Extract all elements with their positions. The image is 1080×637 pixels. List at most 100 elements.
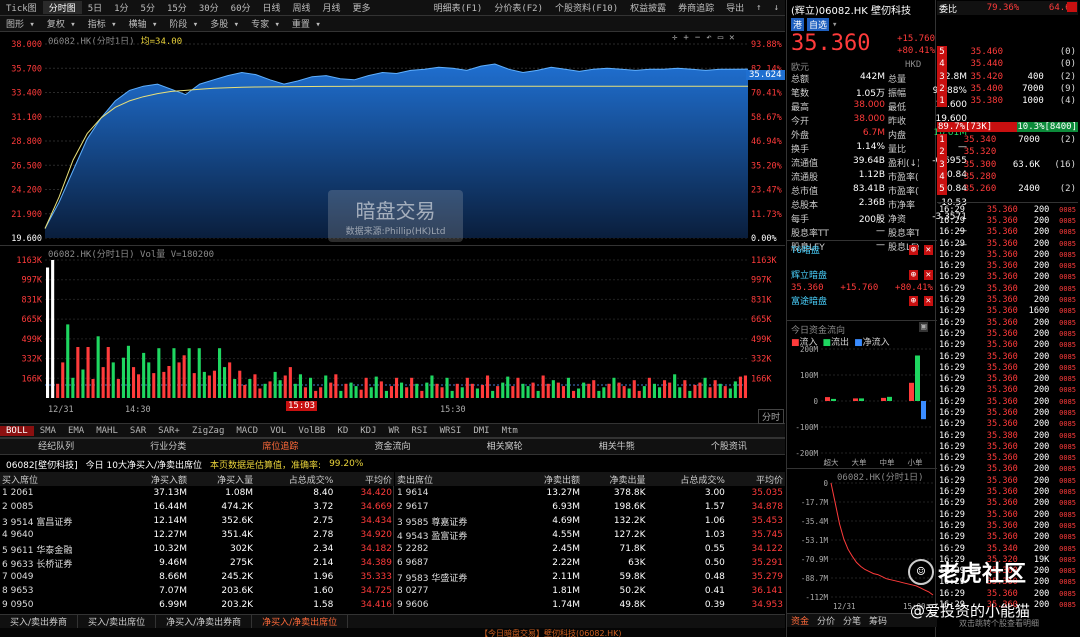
order-level[interactable]: 5 35.260 2400 (2) (937, 183, 1078, 196)
period-tab[interactable]: 日线 (257, 1, 287, 14)
chart-option[interactable]: 复权 ▾ (41, 17, 82, 30)
watchlist-button[interactable]: 自选 (807, 18, 830, 31)
table-row[interactable]: 4 9543 盈富证券 4.55M 127.2K 1.03 35.745 (395, 528, 785, 542)
alert-icon[interactable]: ⊕ (908, 244, 919, 255)
chart-option[interactable]: 重置 ▾ (286, 17, 327, 30)
indicator-tab[interactable]: SMA (34, 426, 62, 436)
alert-icon[interactable]: ⊕ (908, 295, 919, 306)
alert-icon[interactable]: ⊕ (908, 269, 919, 280)
table-row[interactable]: 6 9633 长桥证券 9.46M 275K 2.14 34.389 (0, 556, 394, 570)
table-row[interactable]: 1 9614 13.27M 378.8K 3.00 35.035 (395, 486, 785, 500)
period-tab[interactable]: 1分 (108, 1, 134, 14)
tool-tab[interactable]: 权益披露 (624, 1, 672, 14)
table-row[interactable]: 9 0950 6.99M 203.2K 1.58 34.416 (0, 598, 394, 612)
period-button[interactable]: 分时 (758, 409, 785, 424)
volume-chart[interactable]: 06082.HK(分时1日) Vol量 V=180200 1163K 997K 83… (0, 246, 785, 424)
table-row[interactable]: 4 9640 12.27M 351.4K 2.78 34.920 (0, 528, 394, 542)
tick-row[interactable]: 16:29 35.360 200 0085 (937, 204, 1078, 215)
tick-row[interactable]: 16:29 35.380 200 0085 (937, 430, 1078, 441)
tick-row[interactable]: 16:29 35.360 200 0085 (937, 362, 1078, 373)
more-icon[interactable]: ▾ (832, 20, 837, 30)
price-chart[interactable]: 06082.HK(分时1日) 均=34.00 ✛ + − ↶ ▭ ✕ 38.00… (0, 32, 785, 246)
info-tab[interactable]: 资金流向 (374, 439, 410, 454)
tick-row[interactable]: 16:29 35.360 200 0085 (937, 294, 1078, 305)
chart-option[interactable]: 阶段 ▾ (163, 17, 204, 30)
indicator-tab[interactable]: BOLL (0, 425, 34, 436)
order-level[interactable]: 1 35.380 1000 (4) (937, 95, 1078, 108)
tick-row[interactable]: 16:29 35.360 1600 0085 (937, 306, 1078, 317)
tool-tab[interactable]: ↓ (768, 3, 785, 13)
broker-tab[interactable]: 买入/卖出券商 (0, 615, 79, 628)
close-icon[interactable] (1067, 2, 1077, 12)
indicator-tab[interactable]: VOL (264, 426, 292, 436)
tick-row[interactable]: 16:29 35.360 200 0085 (937, 498, 1078, 509)
tick-row[interactable]: 16:29 35.360 200 0085 (937, 396, 1078, 407)
link-t6[interactable]: T6暗盘 ⊕ ✕ (791, 243, 933, 256)
tool-tab[interactable]: 券商追踪 (672, 1, 720, 14)
indicator-tab[interactable]: VolBB (292, 426, 331, 436)
table-row[interactable]: 1 2061 37.13M 1.08M 8.40 34.420 (0, 486, 394, 500)
broker-tab[interactable]: 净买入/净卖出券商 (156, 615, 253, 628)
tick-row[interactable]: 16:29 35.360 200 0085 (937, 215, 1078, 226)
tool-tab[interactable]: ↑ (750, 3, 767, 13)
tick-row[interactable]: 16:29 35.360 200 0085 (937, 441, 1078, 452)
indicator-tab[interactable]: EMA (62, 426, 90, 436)
period-tab[interactable]: 5分 (135, 1, 161, 14)
table-row[interactable]: 5 2282 2.45M 71.8K 0.55 34.122 (395, 542, 785, 556)
indicator-tab[interactable]: SAR (124, 426, 152, 436)
tick-row[interactable]: 16:29 35.360 200 0085 (937, 340, 1078, 351)
link-phillip[interactable]: 辉立暗盘 ⊕ ✕ (791, 268, 933, 281)
chart-option[interactable]: 多股 ▾ (204, 17, 245, 30)
indicator-tab[interactable]: RSI (405, 426, 433, 436)
period-tab[interactable]: 60分 (225, 1, 257, 14)
close-icon[interactable]: ✕ (923, 295, 933, 306)
chart-option[interactable]: 图形 ▾ (0, 17, 41, 30)
flow-tab[interactable]: 筹码 (869, 614, 887, 627)
tick-row[interactable]: 16:29 35.340 200 0085 (937, 543, 1078, 554)
order-level[interactable]: 2 35.320 (937, 146, 1078, 159)
link-futu[interactable]: 富途暗盘 ⊕ ✕ (791, 294, 933, 307)
flow-tab[interactable]: 分笔 (843, 614, 861, 627)
tool-tab[interactable]: 明细表(F1) (428, 1, 489, 14)
tick-row[interactable]: 16:29 35.360 200 0085 (937, 260, 1078, 271)
tick-row[interactable]: 16:29 35.360 200 0085 (937, 520, 1078, 531)
indicator-tab[interactable]: WR (383, 426, 406, 436)
table-row[interactable]: 6 9687 2.22M 63K 0.50 35.291 (395, 556, 785, 570)
info-tab[interactable]: 相关窝轮 (487, 439, 523, 454)
table-row[interactable]: 7 9583 华盛证券 2.11M 59.8K 0.48 35.279 (395, 570, 785, 584)
table-row[interactable]: 7 0049 8.66M 245.2K 1.96 35.333 (0, 570, 394, 584)
order-level[interactable]: 1 35.340 7000 (2) (937, 134, 1078, 147)
info-tab[interactable]: 相关牛熊 (599, 439, 635, 454)
close-icon[interactable]: ✕ (923, 269, 933, 280)
indicator-tab[interactable]: MACD (230, 426, 264, 436)
period-tab[interactable]: 更多 (347, 1, 377, 14)
tick-row[interactable]: 16:29 35.360 200 0085 (937, 373, 1078, 384)
tick-row[interactable]: 16:29 35.360 200 0085 (937, 317, 1078, 328)
table-row[interactable]: 2 9617 6.93M 198.6K 1.57 34.878 (395, 500, 785, 514)
tick-row[interactable]: 16:29 35.360 200 0085 (937, 588, 1078, 599)
table-row[interactable]: 8 0277 1.81M 50.2K 0.41 36.141 (395, 584, 785, 598)
tick-row[interactable]: 16:29 35.360 200 0085 (937, 283, 1078, 294)
period-tab[interactable]: Tick图 (0, 1, 43, 14)
tick-row[interactable]: 16:29 35.360 200 0085 (937, 464, 1078, 475)
tick-row[interactable]: 16:29 35.360 200 0085 (937, 419, 1078, 430)
order-level[interactable]: 4 35.440 (0) (937, 58, 1078, 71)
chart-option[interactable]: 专家 ▾ (245, 17, 286, 30)
indicator-tab[interactable]: Mtm (496, 426, 524, 436)
tick-row[interactable]: 16:29 35.360 200 0085 (937, 328, 1078, 339)
tick-row[interactable]: 16:29 35.360 200 0085 (937, 238, 1078, 249)
indicator-tab[interactable]: KDJ (354, 426, 382, 436)
tick-row[interactable]: 16:29 35.360 200 0085 (937, 475, 1078, 486)
info-tab[interactable]: 经纪队列 (38, 439, 74, 454)
period-tab[interactable]: 分时图 (42, 1, 82, 14)
info-tab[interactable]: 席位追踪 (262, 439, 298, 454)
tool-tab[interactable]: 导出 (720, 1, 750, 14)
indicator-tab[interactable]: WRSI (434, 426, 468, 436)
indicator-tab[interactable]: MAHL (90, 426, 124, 436)
tick-row[interactable]: 16:29 35.360 200 0085 (937, 385, 1078, 396)
tool-tab[interactable]: 分价表(F2) (488, 1, 549, 14)
order-level[interactable]: 3 35.420 400 (2) (937, 70, 1078, 83)
expand-icon[interactable]: ▣ (919, 322, 929, 332)
table-row[interactable]: 2 0085 16.44M 474.2K 3.72 34.669 (0, 500, 394, 514)
broker-tab[interactable]: 净买入/净卖出席位 (252, 615, 349, 628)
